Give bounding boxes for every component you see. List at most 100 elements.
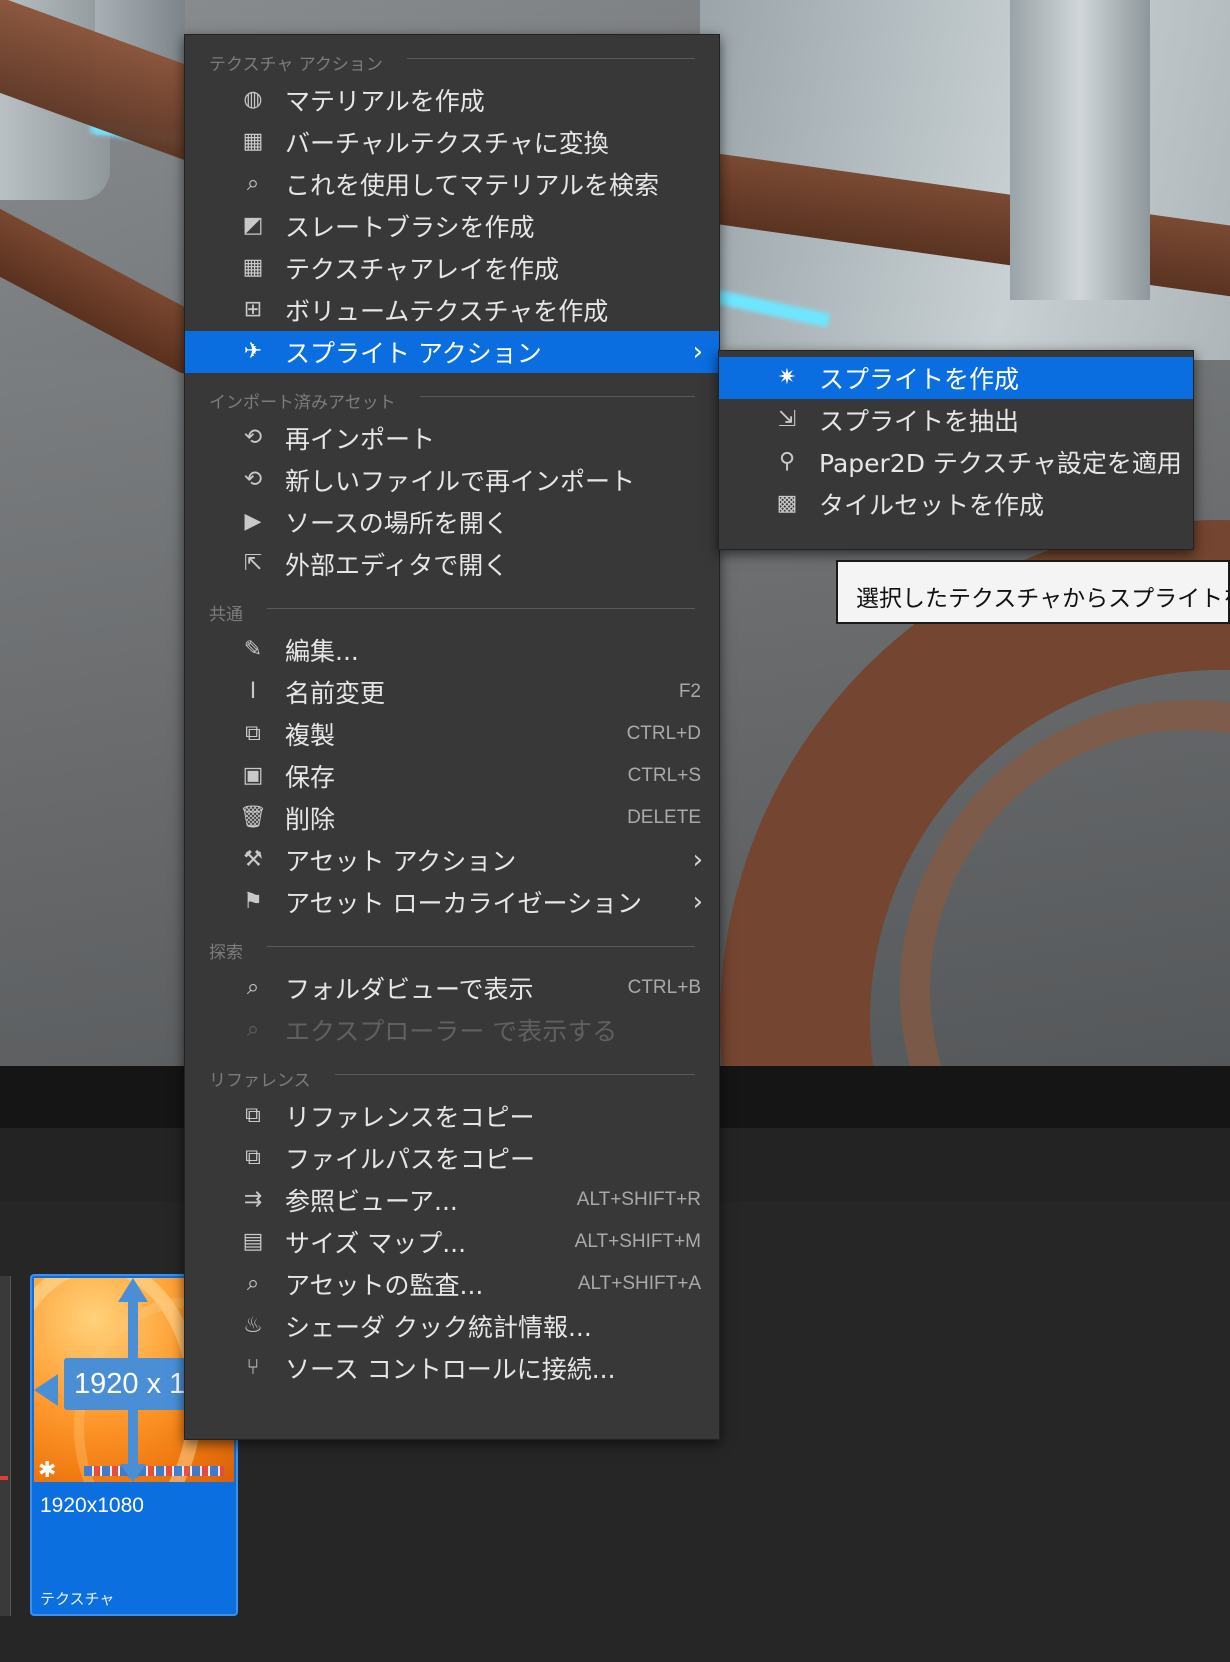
rename-icon: Ⅰ — [249, 679, 257, 704]
source-control-icon: ⑂ — [246, 1355, 260, 1380]
menu-section-label: テクスチャ アクション — [209, 55, 383, 75]
arrow-left-icon — [34, 1374, 58, 1406]
menu-section-divider — [335, 1074, 695, 1075]
menu-item[interactable]: ▣ 保存 CTRL+S — [185, 755, 719, 797]
menu-item-label: スレートブラシを作成 — [285, 213, 535, 242]
tooltip: 選択したテクスチャからスプライトを作 — [836, 560, 1230, 624]
reimport-icon: ⟲ — [243, 425, 263, 450]
tooltip-text: 選択したテクスチャからスプライトを作 — [856, 586, 1230, 612]
copy-reference-icon: ⧉ — [245, 1103, 261, 1128]
menu-item-label: アセットの監査... — [285, 1271, 484, 1300]
menu-item[interactable]: ⊞ ボリュームテクスチャを作成 — [185, 289, 719, 331]
paper2d-icon: ⚲ — [778, 449, 796, 474]
menu-item-label: 参照ビューア... — [285, 1187, 458, 1216]
menu-section-label: インポート済みアセット — [209, 393, 396, 413]
asset-type: テクスチャ — [40, 1590, 115, 1608]
menu-item-shortcut: CTRL+B — [627, 977, 701, 998]
menu-item[interactable]: ▤ サイズ マップ... ALT+SHIFT+M — [185, 1221, 719, 1263]
submenu-item[interactable]: ⇲ スプライトを抽出 — [719, 399, 1193, 441]
menu-item-label: 外部エディタで開く — [285, 551, 509, 580]
menu-item[interactable]: ✈ スプライト アクション › — [185, 331, 719, 373]
trash-icon: 🗑 — [239, 805, 267, 830]
menu-item[interactable]: 🗑 削除 DELETE — [185, 797, 719, 839]
menu-item[interactable]: ⟲ 再インポート — [185, 417, 719, 459]
menu-item-label: 名前変更 — [285, 679, 386, 708]
menu-item[interactable]: ⇉ 参照ビューア... ALT+SHIFT+R — [185, 1179, 719, 1221]
menu-item-label: マテリアルを作成 — [285, 87, 485, 116]
menu-item-label: ソース コントロールに接続... — [285, 1355, 616, 1384]
menu-item-shortcut: CTRL+D — [626, 723, 701, 744]
folder-search-icon: ⌕ — [246, 975, 260, 1000]
menu-item-label: ファイルパスをコピー — [285, 1145, 536, 1174]
menu-item[interactable]: ▦ テクスチャアレイを作成 — [185, 247, 719, 289]
menu-section-divider — [420, 396, 695, 397]
submenu-item[interactable]: ✷ スプライトを作成 — [719, 357, 1193, 399]
menu-item-label: シェーダ クック統計情報... — [285, 1313, 592, 1342]
menu-item[interactable]: ✎ 編集... — [185, 629, 719, 671]
menu-item[interactable]: ⌕ フォルダビューで表示 CTRL+B — [185, 967, 719, 1009]
menu-item[interactable]: ⌕ これを使用してマテリアルを検索 — [185, 163, 719, 205]
submenu-item[interactable]: ⚲ Paper2D テクスチャ設定を適用 — [719, 441, 1193, 483]
menu-section-header: インポート済みアセット — [185, 373, 719, 417]
menu-section-divider — [267, 946, 695, 947]
menu-item[interactable]: ♨ シェーダ クック統計情報... — [185, 1305, 719, 1347]
material-icon: ◍ — [243, 87, 263, 112]
menu-item-label: 削除 — [285, 805, 336, 834]
volume-icon: ⊞ — [243, 297, 263, 322]
menu-section-header: テクスチャ アクション — [185, 35, 719, 79]
copy-reference-icon: ⧉ — [245, 1145, 261, 1170]
menu-item-label: サイズ マップ... — [285, 1229, 467, 1258]
menu-item-label: これを使用してマテリアルを検索 — [285, 171, 660, 200]
menu-item-shortcut: DELETE — [627, 807, 701, 828]
menu-item[interactable]: ◩ スレートブラシを作成 — [185, 205, 719, 247]
shader-icon: ♨ — [243, 1313, 263, 1338]
chevron-right-icon: › — [692, 887, 703, 917]
menu-item-shortcut: F2 — [678, 681, 701, 702]
sprite-extract-icon: ⇲ — [777, 407, 797, 432]
menu-item[interactable]: ◍ マテリアルを作成 — [185, 79, 719, 121]
sprite-actions-submenu: ✷ スプライトを作成 ⇲ スプライトを抽出 ⚲ Paper2D テクスチャ設定を適用 ▩ タイ… — [718, 350, 1194, 550]
sprite-create-icon: ✷ — [777, 365, 797, 390]
submenu-item[interactable]: ▩ タイルセットを作成 — [719, 483, 1193, 525]
menu-item-label: スプライトを抽出 — [819, 407, 1020, 436]
menu-item-label: 編集... — [285, 637, 359, 666]
viewport-pillar-right — [1010, 0, 1150, 300]
duplicate-icon: ⧉ — [245, 721, 261, 746]
menu-item[interactable]: ⧉ ファイルパスをコピー — [185, 1137, 719, 1179]
search-icon: ⌕ — [246, 171, 260, 196]
menu-item[interactable]: ⚑ アセット ローカライゼーション › — [185, 881, 719, 923]
asset-tile-previous[interactable] — [0, 1276, 11, 1616]
menu-item-label: アセット ローカライゼーション — [285, 889, 642, 918]
menu-item-label: リファレンスをコピー — [285, 1103, 535, 1132]
menu-item[interactable]: ▦ バーチャルテクスチャに変換 — [185, 121, 719, 163]
menu-section-label: 探索 — [209, 943, 243, 963]
menu-item[interactable]: ⑂ ソース コントロールに接続... — [185, 1347, 719, 1389]
menu-item[interactable]: ⧉ リファレンスをコピー — [185, 1095, 719, 1137]
menu-item-shortcut: ALT+SHIFT+R — [576, 1189, 701, 1210]
menu-item-label: テクスチャアレイを作成 — [285, 255, 560, 284]
folder-open-icon: ▶ — [244, 509, 262, 534]
menu-item-shortcut: ALT+SHIFT+M — [574, 1231, 701, 1252]
brush-icon: ◩ — [242, 213, 264, 238]
menu-item-label: Paper2D テクスチャ設定を適用 — [819, 449, 1182, 478]
pencil-icon: ✎ — [243, 637, 263, 662]
menu-item[interactable]: Ⅰ 名前変更 F2 — [185, 671, 719, 713]
thumbnail-dock — [84, 1466, 224, 1476]
menu-item-label: 複製 — [285, 721, 336, 750]
menu-item[interactable]: ⧉ 複製 CTRL+D — [185, 713, 719, 755]
menu-item-label: ボリュームテクスチャを作成 — [285, 297, 609, 326]
menu-item-label: 新しいファイルで再インポート — [285, 467, 636, 496]
menu-item-label: ソースの場所を開く — [285, 509, 509, 538]
audit-icon: ⌕ — [246, 1271, 260, 1296]
menu-item[interactable]: ⚒ アセット アクション › — [185, 839, 719, 881]
menu-item[interactable]: ⇱ 外部エディタで開く — [185, 543, 719, 585]
save-icon: ▣ — [242, 763, 264, 788]
menu-item[interactable]: ▶ ソースの場所を開く — [185, 501, 719, 543]
menu-item[interactable]: ⟲ 新しいファイルで再インポート — [185, 459, 719, 501]
menu-item[interactable]: ⌕ アセットの監査... ALT+SHIFT+A — [185, 1263, 719, 1305]
sprite-icon: ✈ — [243, 339, 263, 364]
menu-section-label: リファレンス — [209, 1071, 311, 1091]
menu-item-label: スプライト アクション — [285, 339, 542, 368]
chevron-right-icon: › — [692, 337, 703, 367]
folder-search-icon: ⌕ — [246, 1017, 260, 1042]
